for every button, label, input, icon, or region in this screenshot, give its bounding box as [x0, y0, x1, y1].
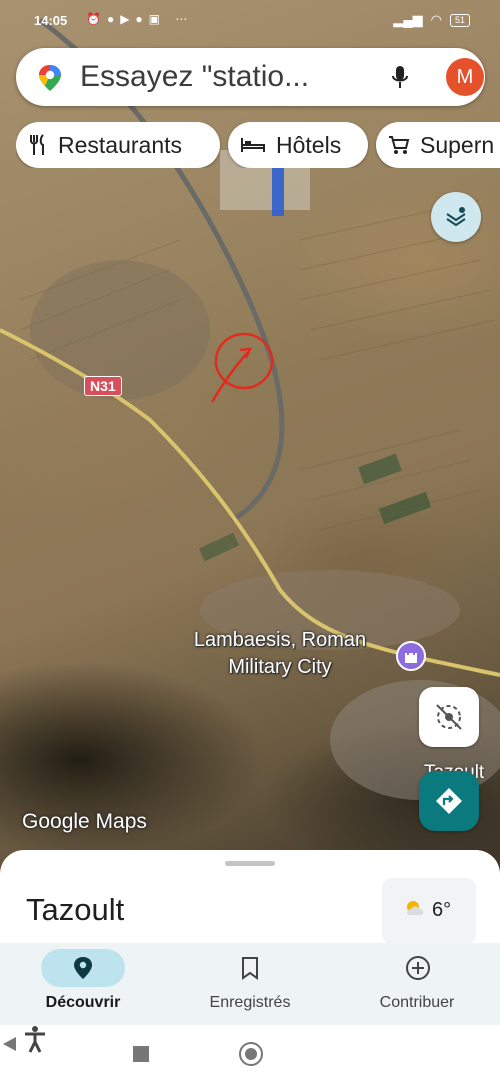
- nav-explore[interactable]: Découvrir: [0, 943, 166, 1025]
- chip-hotels[interactable]: Hôtels: [228, 122, 368, 168]
- poi-label-line2: Military City: [228, 656, 332, 678]
- home-button[interactable]: [239, 1042, 263, 1066]
- chip-label: Hôtels: [276, 131, 342, 158]
- notification-icons: ⏰●▶●▣ ⋯: [86, 12, 194, 26]
- castle-icon[interactable]: [396, 641, 426, 671]
- maps-pin-logo-icon: [39, 65, 61, 91]
- poi-label[interactable]: Lambaesis, Roman Military City: [150, 627, 410, 681]
- chip-restaurants[interactable]: Restaurants: [16, 122, 220, 168]
- nav-contribute[interactable]: Contribuer: [334, 943, 500, 1025]
- layers-button[interactable]: [431, 192, 481, 242]
- satellite-map[interactable]: 14:05 ⏰●▶●▣ ⋯ ▂▄▆ ◠ 51 Essayez "statio..…: [0, 0, 500, 880]
- bookmark-icon: [242, 957, 258, 980]
- annotation-circle: [214, 332, 274, 390]
- wifi-icon: ◠: [430, 12, 442, 27]
- directions-icon: [436, 788, 462, 814]
- search-bar[interactable]: Essayez "statio... M: [16, 48, 485, 106]
- layers-icon: [446, 207, 466, 227]
- microphone-icon[interactable]: [390, 64, 410, 92]
- weather-chip[interactable]: 6°: [382, 878, 476, 944]
- home-dot: [245, 1048, 257, 1060]
- chip-label: Restaurants: [58, 131, 183, 158]
- bed-icon: [241, 138, 265, 152]
- account-avatar[interactable]: M: [446, 58, 484, 96]
- bottom-navigation: Découvrir Enregistrés Contribuer: [0, 943, 500, 1025]
- annotation-arrow: [210, 351, 249, 403]
- recents-button[interactable]: [133, 1046, 149, 1062]
- nav-saved[interactable]: Enregistrés: [167, 943, 333, 1025]
- partly-cloudy-icon: [407, 901, 424, 915]
- location-off-icon: [436, 704, 462, 730]
- poi-label-line1: Lambaesis, Roman: [193, 629, 367, 651]
- location-button[interactable]: [419, 687, 479, 747]
- status-time: 14:05: [34, 13, 68, 28]
- bottom-sheet[interactable]: Tazoult 6°: [0, 850, 500, 950]
- sheet-handle[interactable]: [225, 861, 275, 866]
- back-button[interactable]: [0, 1035, 18, 1053]
- search-input[interactable]: Essayez "statio...: [80, 60, 309, 94]
- nav-label: Contribuer: [379, 994, 455, 1011]
- location-pin-icon: [74, 957, 92, 979]
- fork-knife-icon: [30, 134, 44, 155]
- cart-icon: [389, 136, 410, 154]
- nav-label: Découvrir: [45, 994, 121, 1011]
- road-shield: N31: [84, 376, 122, 396]
- status-right: ▂▄▆ ◠ 51: [393, 12, 470, 28]
- battery-icon: 51: [449, 13, 470, 27]
- chip-supermarkets[interactable]: Supern: [376, 122, 500, 168]
- accessibility-icon[interactable]: [22, 1025, 48, 1053]
- add-circle-icon: [406, 956, 430, 980]
- signal-icon: ▂▄▆: [393, 12, 423, 27]
- system-navigation: [0, 1025, 500, 1084]
- temperature: 6°: [432, 899, 452, 921]
- category-chips: Restaurants Hôtels Supern: [16, 122, 500, 168]
- castle-glyph: [405, 653, 417, 663]
- status-bar: 14:05 ⏰●▶●▣ ⋯ ▂▄▆ ◠ 51: [0, 0, 500, 40]
- directions-button[interactable]: [419, 771, 479, 831]
- place-title: Tazoult: [26, 892, 125, 927]
- chip-label: Supern: [420, 131, 495, 158]
- nav-label: Enregistrés: [209, 994, 291, 1011]
- google-maps-watermark: Google Maps: [22, 810, 147, 833]
